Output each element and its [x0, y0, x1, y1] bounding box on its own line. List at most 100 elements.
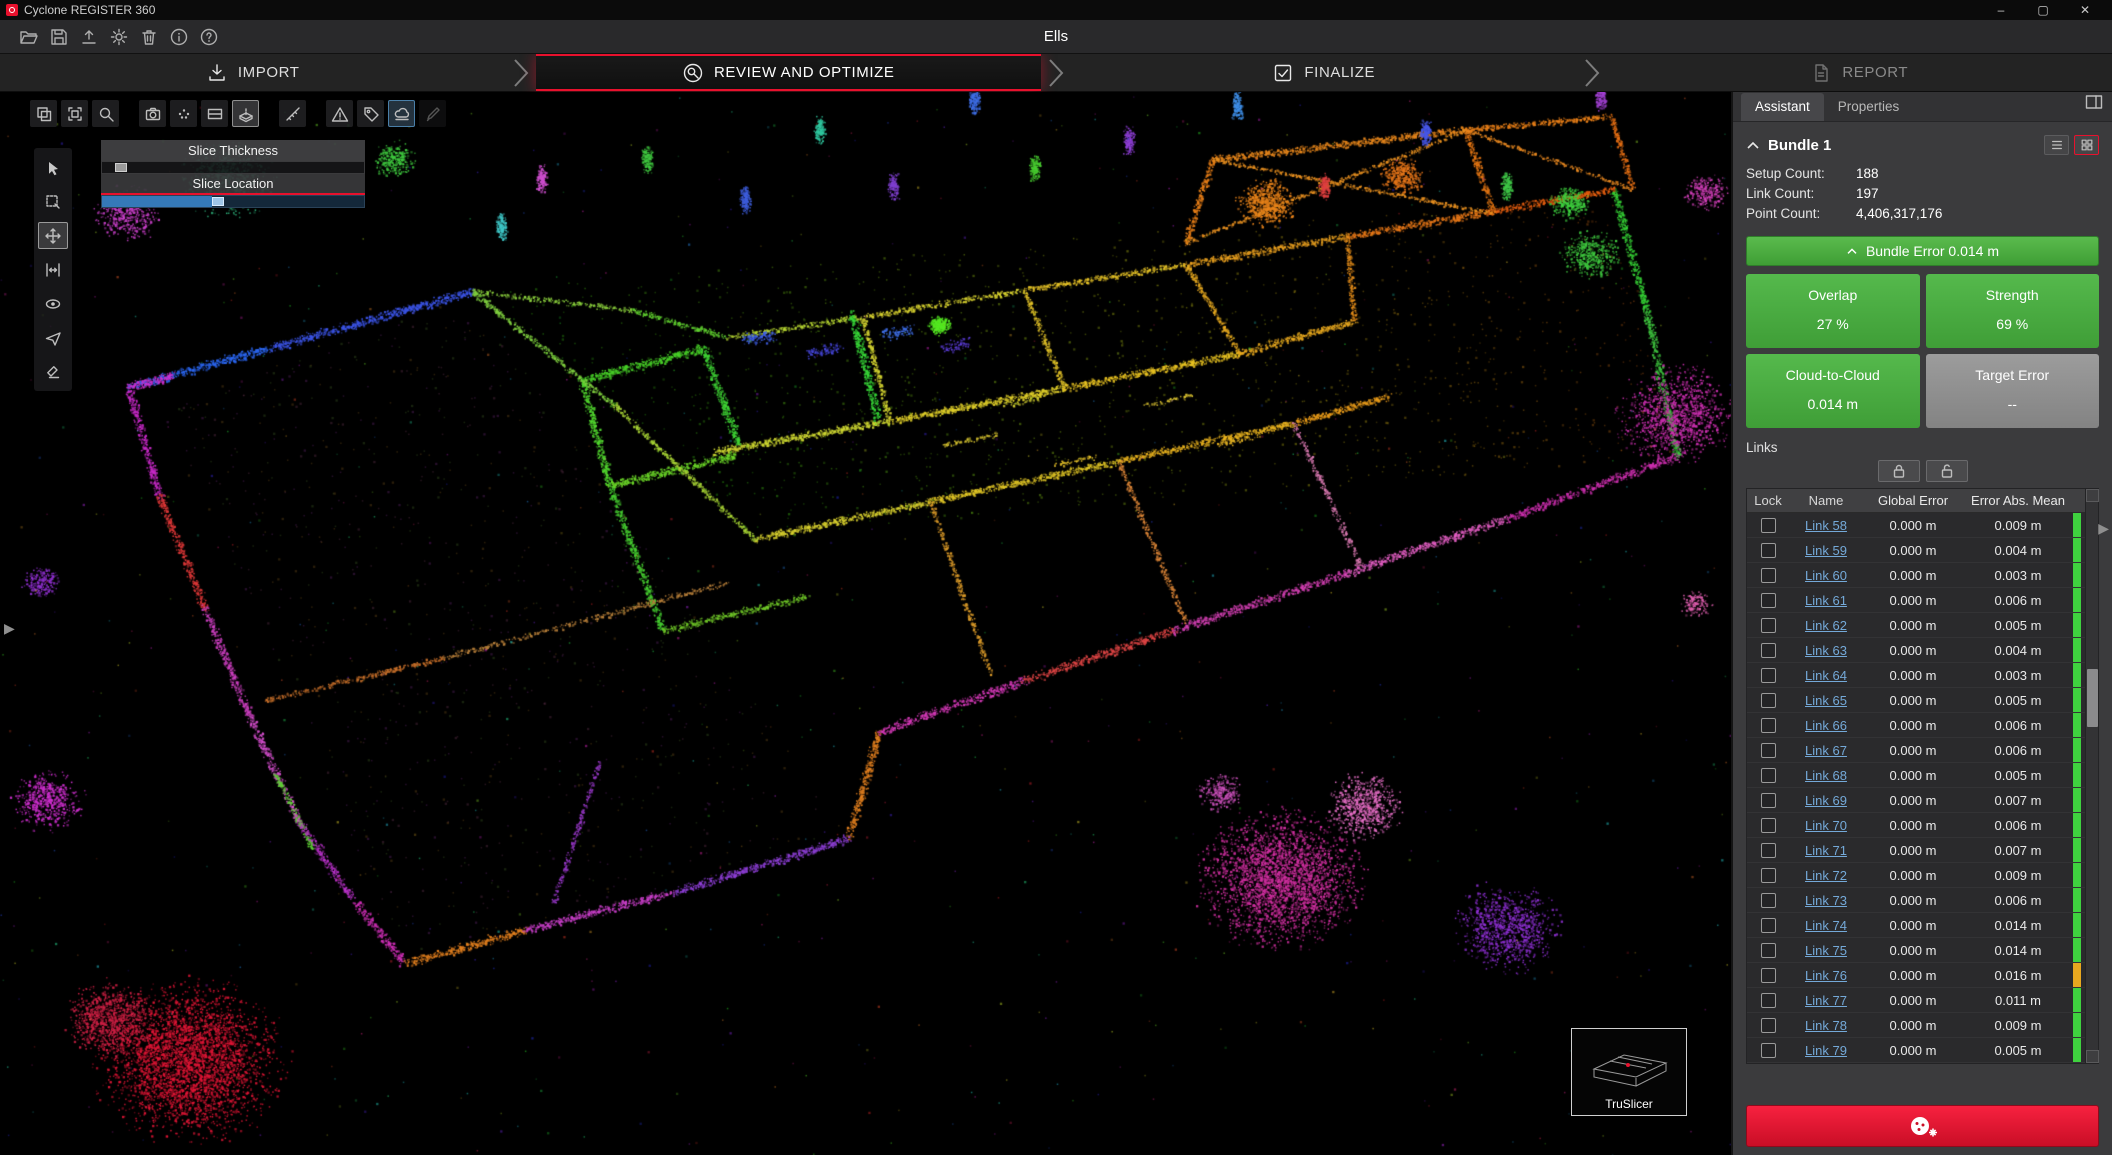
link-name[interactable]: Link 75	[1805, 943, 1847, 958]
scrollbar-thumb[interactable]	[2087, 669, 2098, 727]
link-name[interactable]: Link 65	[1805, 693, 1847, 708]
column-header-global-error[interactable]: Global Error	[1863, 493, 1963, 508]
metric-tile[interactable]: Strength 69 %	[1926, 274, 2100, 348]
tab-assistant[interactable]: Assistant	[1741, 93, 1824, 121]
link-lock-checkbox[interactable]	[1761, 593, 1776, 608]
cursor-icon[interactable]	[38, 154, 68, 181]
link-lock-checkbox[interactable]	[1761, 868, 1776, 883]
fly-icon[interactable]	[38, 324, 68, 351]
workflow-step-review-and-optimize[interactable]: REVIEW AND OPTIMIZE	[536, 54, 1042, 91]
link-lock-checkbox[interactable]	[1761, 718, 1776, 733]
save-project-icon[interactable]	[44, 23, 74, 51]
link-lock-checkbox[interactable]	[1761, 893, 1776, 908]
link-lock-checkbox[interactable]	[1761, 518, 1776, 533]
scrollbar-top-box[interactable]	[2086, 489, 2099, 502]
column-header-name[interactable]: Name	[1789, 493, 1863, 508]
help-icon[interactable]	[194, 23, 224, 51]
link-lock-checkbox[interactable]	[1761, 568, 1776, 583]
open-project-icon[interactable]	[14, 23, 44, 51]
link-lock-checkbox[interactable]	[1761, 1018, 1776, 1033]
zoom-region-icon[interactable]	[92, 100, 119, 127]
minimize-button[interactable]: –	[1980, 0, 2022, 20]
link-name[interactable]: Link 58	[1805, 518, 1847, 533]
workflow-step-finalize[interactable]: FINALIZE	[1071, 54, 1577, 91]
cloud-to-cloud-register-button[interactable]	[1746, 1105, 2099, 1147]
metric-tile[interactable]: Target Error --	[1926, 354, 2100, 428]
info-icon[interactable]	[164, 23, 194, 51]
link-name[interactable]: Link 71	[1805, 843, 1847, 858]
pan-move-icon[interactable]	[38, 222, 68, 249]
workflow-step-report[interactable]: REPORT	[1607, 54, 2112, 91]
truslicer-widget[interactable]: TruSlicer	[1571, 1028, 1687, 1116]
link-lock-checkbox[interactable]	[1761, 993, 1776, 1008]
link-name[interactable]: Link 63	[1805, 643, 1847, 658]
link-name[interactable]: Link 76	[1805, 968, 1847, 983]
warning-icon[interactable]	[326, 100, 353, 127]
link-name[interactable]: Link 69	[1805, 793, 1847, 808]
link-name[interactable]: Link 79	[1805, 1043, 1847, 1058]
eraser-icon[interactable]	[38, 358, 68, 385]
link-name[interactable]: Link 64	[1805, 668, 1847, 683]
workflow-step-import[interactable]: IMPORT	[0, 54, 506, 91]
point-cloud-icon[interactable]	[170, 100, 197, 127]
link-name[interactable]: Link 68	[1805, 768, 1847, 783]
grid-view-icon[interactable]	[2074, 135, 2099, 155]
link-lock-checkbox[interactable]	[1761, 543, 1776, 558]
link-lock-checkbox[interactable]	[1761, 1043, 1776, 1058]
link-lock-checkbox[interactable]	[1761, 793, 1776, 808]
metric-tile[interactable]: Cloud-to-Cloud 0.014 m	[1746, 354, 1920, 428]
select-rect-icon[interactable]	[38, 188, 68, 215]
link-lock-checkbox[interactable]	[1761, 668, 1776, 683]
link-name[interactable]: Link 60	[1805, 568, 1847, 583]
link-name[interactable]: Link 72	[1805, 868, 1847, 883]
slice-location-slider[interactable]	[101, 195, 365, 208]
bundle-error-button[interactable]: Bundle Error 0.014 m	[1746, 236, 2099, 266]
links-table-scrollbar[interactable]	[2085, 489, 2098, 1063]
chevron-up-icon[interactable]	[1746, 140, 1760, 150]
link-name[interactable]: Link 66	[1805, 718, 1847, 733]
camera-icon[interactable]	[139, 100, 166, 127]
link-lock-checkbox[interactable]	[1761, 968, 1776, 983]
link-lock-checkbox[interactable]	[1761, 843, 1776, 858]
link-name[interactable]: Link 74	[1805, 918, 1847, 933]
truslicer-icon[interactable]	[232, 100, 259, 127]
slice-thickness-handle[interactable]	[115, 163, 127, 172]
close-button[interactable]: ✕	[2064, 0, 2106, 20]
column-header-error-abs-mean[interactable]: Error Abs. Mean	[1963, 493, 2073, 508]
link-name[interactable]: Link 62	[1805, 618, 1847, 633]
publish-icon[interactable]	[74, 23, 104, 51]
link-lock-checkbox[interactable]	[1761, 693, 1776, 708]
left-panel-expand-arrow[interactable]: ▶	[4, 620, 15, 637]
column-header-lock[interactable]: Lock	[1747, 493, 1789, 508]
scrollbar-bottom-box[interactable]	[2086, 1050, 2099, 1063]
orbit-view-icon[interactable]	[38, 290, 68, 317]
link-name[interactable]: Link 61	[1805, 593, 1847, 608]
link-lock-checkbox[interactable]	[1761, 618, 1776, 633]
settings-icon[interactable]	[104, 23, 134, 51]
link-name[interactable]: Link 73	[1805, 893, 1847, 908]
annotate-pen-icon[interactable]	[419, 100, 446, 127]
slice-location-handle[interactable]	[212, 197, 224, 206]
link-name[interactable]: Link 70	[1805, 818, 1847, 833]
panel-layout-icon[interactable]	[2084, 92, 2104, 117]
tab-properties[interactable]: Properties	[1824, 93, 1914, 121]
pano-view-icon[interactable]	[201, 100, 228, 127]
link-lock-checkbox[interactable]	[1761, 943, 1776, 958]
link-lock-checkbox[interactable]	[1761, 643, 1776, 658]
link-lock-checkbox[interactable]	[1761, 768, 1776, 783]
link-name[interactable]: Link 59	[1805, 543, 1847, 558]
maximize-button[interactable]: ▢	[2022, 0, 2064, 20]
link-lock-checkbox[interactable]	[1761, 743, 1776, 758]
lock-all-icon[interactable]	[1878, 460, 1920, 482]
copy-icon[interactable]	[30, 100, 57, 127]
tag-icon[interactable]	[357, 100, 384, 127]
slice-thickness-slider[interactable]	[101, 161, 365, 174]
measure-icon[interactable]	[279, 100, 306, 127]
point-cloud-canvas[interactable]	[0, 92, 1731, 1155]
right-panel-collapse-arrow[interactable]: ▶	[2098, 520, 2109, 537]
metric-tile[interactable]: Overlap 27 %	[1746, 274, 1920, 348]
fit-view-icon[interactable]	[61, 100, 88, 127]
link-name[interactable]: Link 67	[1805, 743, 1847, 758]
link-lock-checkbox[interactable]	[1761, 818, 1776, 833]
link-lock-checkbox[interactable]	[1761, 918, 1776, 933]
